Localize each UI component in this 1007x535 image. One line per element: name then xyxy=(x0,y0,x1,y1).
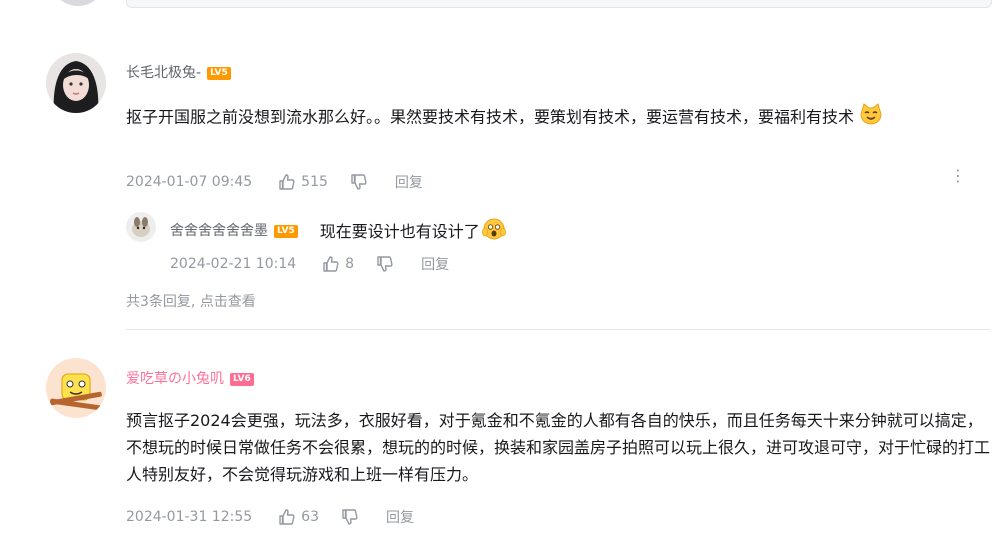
comment-content: 抠子开国服之前没想到流水那么好。。果然要技术有技术，要策划有技术，要运营有技术，… xyxy=(126,102,990,134)
reply-count-text: 共3条回复, xyxy=(126,294,200,310)
username[interactable]: 爱吃草の小兔叽 LV6 xyxy=(126,368,254,388)
reply-avatar-image xyxy=(126,212,156,242)
comment-text: 抠子开国服之前没想到流水那么好。。果然要技术有技术，要策划有技术，要运营有技术，… xyxy=(126,107,855,127)
like-button[interactable]: 8 xyxy=(322,255,354,273)
thumbs-down-icon xyxy=(377,256,393,272)
like-count: 8 xyxy=(345,256,355,272)
comment-meta: 2024-01-07 09:45 515 回复 xyxy=(126,172,423,192)
avatar[interactable] xyxy=(46,53,106,113)
dislike-button[interactable] xyxy=(341,508,364,526)
username-text[interactable]: 爱吃草の小兔叽 xyxy=(126,371,224,387)
reply-button[interactable]: 回复 xyxy=(421,254,449,274)
thumbs-up-icon xyxy=(279,509,295,525)
reply-date: 2024-02-21 10:14 xyxy=(170,256,297,272)
reply-meta: 2024-02-21 10:14 8 回复 xyxy=(170,254,449,274)
view-replies-link[interactable]: 点击查看 xyxy=(200,294,256,310)
reply-username[interactable]: 舍舍舍舍舍舍墨 LV5 xyxy=(170,220,298,240)
dislike-button[interactable] xyxy=(376,255,399,273)
avatar[interactable] xyxy=(46,358,106,418)
level-badge: LV5 xyxy=(207,67,231,80)
avatar-image xyxy=(46,358,106,418)
comment-date: 2024-01-31 12:55 xyxy=(126,509,253,525)
previous-comment-avatar[interactable] xyxy=(50,0,106,6)
like-count: 63 xyxy=(301,509,319,525)
reply-button[interactable]: 回复 xyxy=(386,507,414,527)
reply-button[interactable]: 回复 xyxy=(395,172,423,192)
reply-avatar[interactable] xyxy=(126,212,156,242)
thumbs-up-icon xyxy=(279,174,295,190)
reply-summary: 共3条回复, 点击查看 xyxy=(126,291,256,311)
avatar-image xyxy=(46,53,106,113)
username[interactable]: 长毛北极兔- LV5 xyxy=(126,62,231,82)
username-text[interactable]: 长毛北极兔- xyxy=(126,65,201,81)
dislike-button[interactable] xyxy=(350,173,373,191)
comment-text: 预言抠子2024会更强，玩法多，衣服好看，对于氪金和不氪金的人都有各自的快乐，而… xyxy=(126,411,991,484)
level-badge: LV6 xyxy=(230,373,254,386)
level-badge: LV5 xyxy=(274,225,298,238)
comment-divider xyxy=(126,329,990,330)
like-count: 515 xyxy=(301,174,328,190)
previous-comment-box xyxy=(126,0,992,8)
comment-content: 预言抠子2024会更强，玩法多，衣服好看，对于氪金和不氪金的人都有各自的快乐，而… xyxy=(126,407,990,488)
thumbs-down-icon xyxy=(351,174,367,190)
more-options-icon[interactable]: ⋮ xyxy=(950,166,966,185)
scared-face-emoji xyxy=(481,216,506,244)
thumbs-down-icon xyxy=(342,509,358,525)
cat-smile-emoji xyxy=(859,102,883,134)
like-button[interactable]: 63 xyxy=(278,508,319,526)
like-button[interactable]: 515 xyxy=(278,173,328,191)
comment-date: 2024-01-07 09:45 xyxy=(126,174,253,190)
comment-meta: 2024-01-31 12:55 63 回复 xyxy=(126,507,414,527)
reply-text: 现在要设计也有设计了 xyxy=(319,222,480,241)
thumbs-up-icon xyxy=(323,256,339,272)
reply-header: 舍舍舍舍舍舍墨 LV5 现在要设计也有设计了 xyxy=(170,216,506,244)
